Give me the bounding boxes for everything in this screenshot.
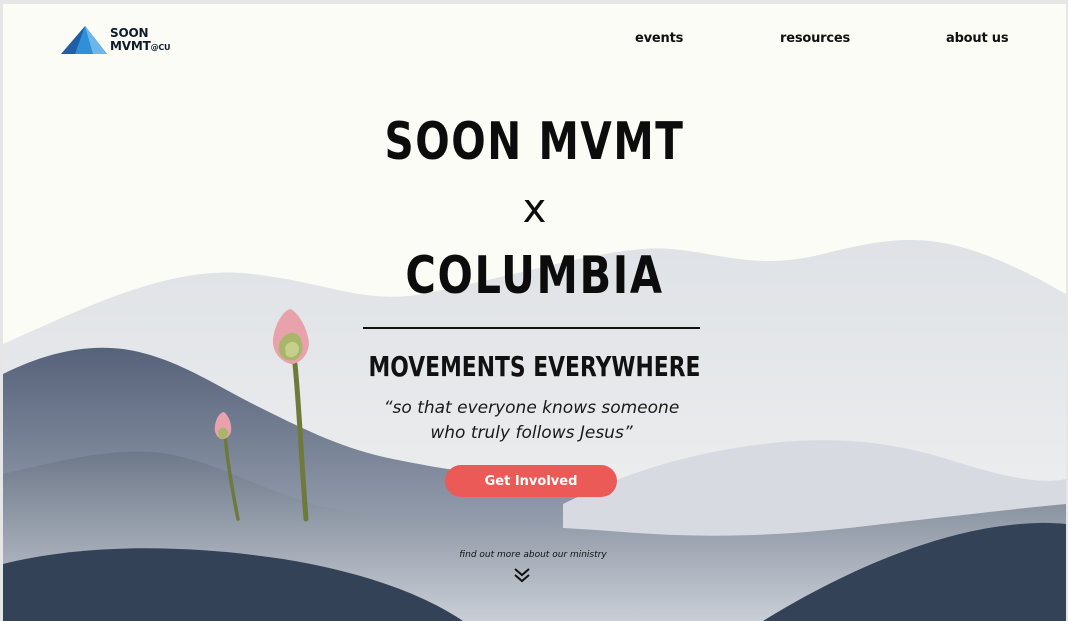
divider-rule: [363, 327, 700, 329]
logo-line2: MVMT@CU: [110, 39, 171, 54]
hero-quote: “so that everyone knows someone who trul…: [343, 396, 720, 446]
logo-suffix: @CU: [150, 43, 171, 52]
logo-line2-text: MVMT: [110, 39, 151, 53]
quote-line1: “so that everyone knows someone: [383, 398, 680, 418]
hero-title-line1: SOON MVMT: [384, 112, 685, 172]
scroll-hint[interactable]: find out more about our ministry: [383, 550, 683, 560]
nav-about-us[interactable]: about us: [946, 31, 1009, 46]
logo-text: SOON MVMT@CU: [110, 27, 171, 54]
double-chevron-down-icon[interactable]: [513, 567, 531, 583]
hero-title-line2: COLUMBIA: [405, 246, 664, 306]
hero-tagline: MOVEMENTS EVERYWHERE: [368, 350, 701, 383]
mountain-logo-icon: [61, 26, 107, 54]
page-frame: SOON MVMT@CU events resources about us S…: [3, 4, 1066, 621]
nav-resources[interactable]: resources: [780, 31, 850, 46]
get-involved-button[interactable]: Get Involved: [445, 465, 617, 497]
hero-title-x: x: [522, 186, 547, 232]
quote-line2: who truly follows Jesus”: [430, 423, 633, 443]
nav-events[interactable]: events: [635, 31, 683, 46]
mountain-landscape: [3, 240, 1066, 621]
site-logo[interactable]: SOON MVMT@CU: [61, 24, 181, 58]
